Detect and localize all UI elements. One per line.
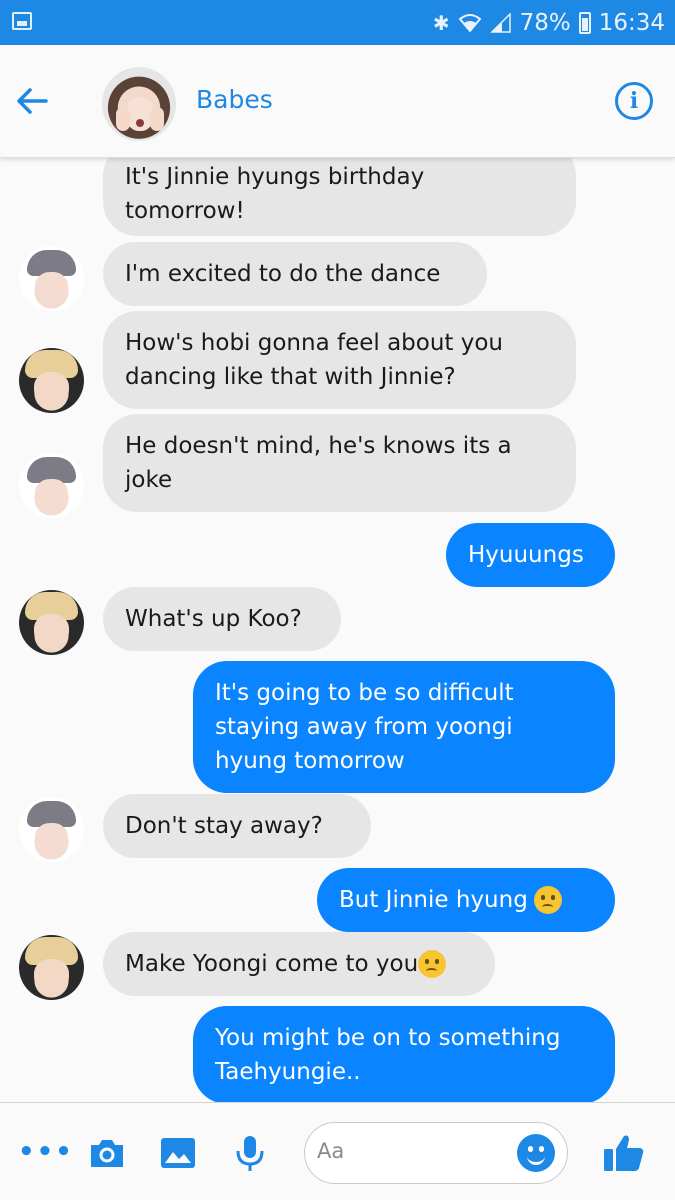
message-bubble-sent[interactable]: You might be on to something Taehyungie.… — [193, 1006, 615, 1102]
message-bubble-received[interactable]: What's up Koo? — [103, 587, 341, 651]
gallery-icon[interactable] — [158, 1133, 198, 1173]
contact-name[interactable]: Babes — [196, 85, 273, 114]
message-bubble-sent[interactable]: It's going to be so difficult staying aw… — [193, 661, 615, 793]
status-icons: ✱ 78% 16:34 — [433, 8, 665, 38]
status-bar: ✱ 78% 16:34 — [0, 0, 675, 45]
avatar-hand — [116, 107, 130, 131]
message-bubble-received[interactable]: He doesn't mind, he's knows its a joke — [103, 414, 576, 512]
composer-toolbar: ••• Aa — [0, 1102, 675, 1200]
clock: 16:34 — [598, 10, 665, 36]
battery-percent: 78% — [519, 10, 571, 36]
contact-avatar[interactable] — [102, 67, 176, 141]
info-icon: i — [629, 88, 639, 114]
message-bubble-received[interactable]: It's Jinnie hyungs birthday tomorrow! — [103, 158, 576, 236]
sender-avatar-tae[interactable] — [19, 348, 84, 413]
message-text: But Jinnie hyung — [339, 887, 528, 913]
message-bubble-received[interactable]: How's hobi gonna feel about you dancing … — [103, 311, 576, 409]
message-bubble-received[interactable]: I'm excited to do the dance — [103, 242, 487, 306]
message-bubble-sent[interactable]: Hyuuungs — [446, 523, 615, 587]
sender-avatar-jimin[interactable] — [19, 246, 84, 311]
info-button[interactable]: i — [615, 82, 653, 120]
sender-avatar-jimin[interactable] — [19, 797, 84, 862]
message-thread[interactable]: It's Jinnie hyungs birthday tomorrow! I'… — [0, 158, 675, 1102]
message-bubble-received[interactable]: Make Yoongi come to you — [103, 932, 495, 996]
battery-icon — [578, 12, 591, 34]
wifi-icon — [458, 14, 481, 33]
message-bubble-sent[interactable]: But Jinnie hyung — [317, 868, 615, 932]
signal-icon — [489, 13, 511, 33]
message-text: Make Yoongi come to you — [125, 951, 419, 977]
gallery-notification-icon — [12, 12, 32, 30]
smirk-face-icon — [418, 950, 447, 978]
message-input-placeholder: Aa — [317, 1139, 345, 1163]
emoji-icon[interactable] — [517, 1134, 555, 1172]
bluetooth-icon: ✱ — [432, 11, 450, 35]
avatar-hand — [150, 107, 164, 131]
conversation-header: Babes i — [0, 45, 675, 158]
thumbs-up-icon[interactable] — [602, 1131, 646, 1175]
message-bubble-received[interactable]: Don't stay away? — [103, 794, 371, 858]
camera-icon[interactable] — [87, 1133, 127, 1173]
avatar-mouth — [136, 119, 144, 127]
worried-face-icon — [533, 886, 562, 914]
sender-avatar-tae[interactable] — [19, 590, 84, 655]
more-icon[interactable]: ••• — [18, 1139, 72, 1185]
sender-avatar-jimin[interactable] — [19, 453, 84, 518]
sender-avatar-tae[interactable] — [19, 935, 84, 1000]
back-button[interactable] — [14, 83, 50, 119]
message-input[interactable]: Aa — [304, 1122, 568, 1184]
microphone-icon[interactable] — [230, 1133, 270, 1173]
